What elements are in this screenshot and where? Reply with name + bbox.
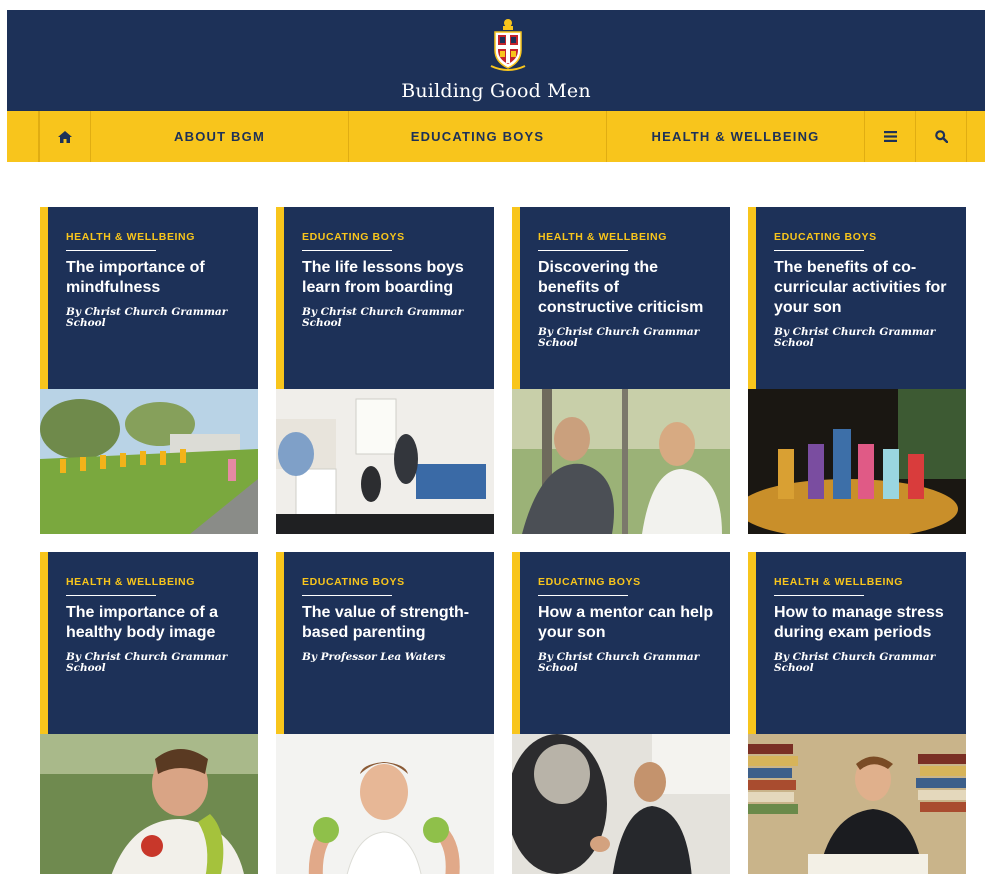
card-title[interactable]: The life lessons boys learn from boardin… — [302, 258, 482, 298]
card-title[interactable]: How a mentor can help your son — [538, 603, 718, 643]
nav-spacer — [7, 111, 39, 162]
student-studying-photo[interactable] — [748, 734, 966, 874]
article-card[interactable]: HEALTH & WELLBEING How to manage stress … — [748, 552, 966, 874]
menu-icon — [883, 131, 897, 142]
yoga-class-photo[interactable] — [40, 389, 258, 534]
article-card[interactable]: EDUCATING BOYS The life lessons boys lea… — [276, 207, 494, 534]
card-title[interactable]: The importance of a healthy body image — [66, 603, 246, 643]
boarding-room-photo[interactable] — [276, 389, 494, 534]
card-accent-bar — [40, 552, 48, 734]
school-crest-logo[interactable] — [483, 16, 533, 72]
card-author: By Christ Church Grammar School — [66, 306, 228, 329]
card-accent-bar — [512, 207, 520, 389]
site-title[interactable]: Building Good Men — [7, 80, 985, 102]
card-category[interactable]: EDUCATING BOYS — [774, 231, 876, 251]
card-author: By Christ Church Grammar School — [66, 651, 228, 674]
card-title[interactable]: The benefits of co-curricular activities… — [774, 258, 954, 318]
card-author: By Christ Church Grammar School — [774, 651, 936, 674]
search-icon — [934, 130, 948, 143]
boy-with-apple-photo[interactable] — [40, 734, 258, 874]
card-category[interactable]: EDUCATING BOYS — [538, 576, 640, 596]
nav-health-wellbeing[interactable]: HEALTH & WELLBEING — [607, 111, 865, 162]
card-author: By Christ Church Grammar School — [302, 306, 464, 329]
card-author: By Christ Church Grammar School — [538, 651, 700, 674]
mentor-conversation-photo[interactable] — [512, 734, 730, 874]
child-flexing-photo[interactable] — [276, 734, 494, 874]
card-title[interactable]: The value of strength-based parenting — [302, 603, 482, 643]
article-card[interactable]: EDUCATING BOYS The value of strength-bas… — [276, 552, 494, 874]
nav-menu[interactable] — [865, 111, 916, 162]
card-title[interactable]: How to manage stress during exam periods — [774, 603, 954, 643]
home-icon — [58, 130, 72, 143]
article-card[interactable]: EDUCATING BOYS How a mentor can help you… — [512, 552, 730, 874]
card-category[interactable]: HEALTH & WELLBEING — [538, 231, 666, 251]
nav-educating-boys[interactable]: EDUCATING BOYS — [349, 111, 607, 162]
card-author: By Christ Church Grammar School — [774, 326, 936, 349]
card-category[interactable]: EDUCATING BOYS — [302, 231, 404, 251]
card-accent-bar — [748, 207, 756, 389]
card-category[interactable]: HEALTH & WELLBEING — [66, 576, 194, 596]
article-card[interactable]: EDUCATING BOYS The benefits of co-curric… — [748, 207, 966, 534]
card-accent-bar — [512, 552, 520, 734]
card-title[interactable]: The importance of mindfulness — [66, 258, 246, 298]
site-header: Building Good Men — [7, 10, 985, 111]
card-category[interactable]: EDUCATING BOYS — [302, 576, 404, 596]
card-accent-bar — [748, 552, 756, 734]
article-card[interactable]: HEALTH & WELLBEING The importance of min… — [40, 207, 258, 534]
article-card[interactable]: HEALTH & WELLBEING Discovering the benef… — [512, 207, 730, 534]
nav-about-bgm[interactable]: ABOUT BGM — [91, 111, 349, 162]
two-boys-talking-photo[interactable] — [512, 389, 730, 534]
stage-performance-photo[interactable] — [748, 389, 966, 534]
card-category[interactable]: HEALTH & WELLBEING — [774, 576, 902, 596]
nav-home[interactable] — [39, 111, 91, 162]
card-title[interactable]: Discovering the benefits of constructive… — [538, 258, 718, 318]
nav-search[interactable] — [916, 111, 967, 162]
card-author: By Christ Church Grammar School — [538, 326, 700, 349]
card-category[interactable]: HEALTH & WELLBEING — [66, 231, 194, 251]
card-accent-bar — [276, 552, 284, 734]
card-accent-bar — [40, 207, 48, 389]
card-accent-bar — [276, 207, 284, 389]
article-card[interactable]: HEALTH & WELLBEING The importance of a h… — [40, 552, 258, 874]
card-author: By Professor Lea Waters — [302, 651, 446, 663]
main-nav: ABOUT BGM EDUCATING BOYS HEALTH & WELLBE… — [7, 111, 985, 162]
